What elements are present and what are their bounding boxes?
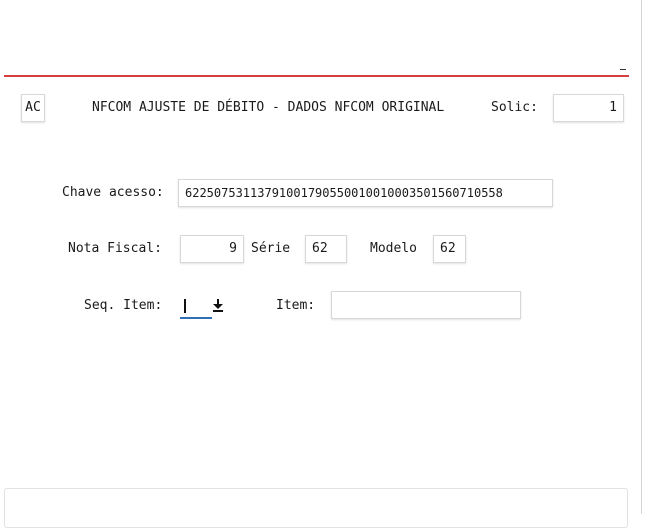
solic-label: Solic: <box>491 100 538 115</box>
screen-title: NFCOM AJUSTE DE DÉBITO - DADOS NFCOM ORI… <box>92 100 445 115</box>
header-rule <box>4 75 629 77</box>
text-cursor <box>184 299 186 313</box>
bottom-panel <box>4 488 628 528</box>
solic-field[interactable]: 1 <box>553 94 624 122</box>
chave-acesso-label: Chave acesso: <box>62 185 164 200</box>
chave-acesso-field[interactable]: 6225075311379100179055001001000350156071… <box>178 179 553 207</box>
download-arrow-icon[interactable] <box>212 297 224 313</box>
modelo-label: Modelo <box>370 241 417 256</box>
nota-fiscal-field[interactable]: 9 <box>180 235 244 263</box>
minimize-mark <box>620 69 626 70</box>
item-field[interactable] <box>331 291 521 319</box>
modelo-field[interactable]: 62 <box>433 235 466 263</box>
seq-item-label: Seq. Item: <box>84 298 163 313</box>
item-label: Item: <box>276 298 316 313</box>
window-right-border <box>641 0 642 514</box>
nota-fiscal-label: Nota Fiscal: <box>68 241 162 256</box>
serie-field[interactable]: 62 <box>305 235 347 263</box>
seq-item-input[interactable] <box>180 293 212 319</box>
mode-code-box[interactable]: AC <box>21 94 45 122</box>
serie-label: Série <box>251 241 291 256</box>
